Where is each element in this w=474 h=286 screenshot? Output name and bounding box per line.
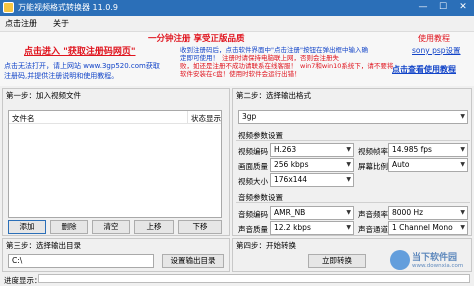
audio-quality-select[interactable]: 12.2 kbps ▼ xyxy=(270,221,354,235)
promo-headline: 一分钟注册 享受正版品质 xyxy=(148,34,245,44)
output-directory-input[interactable]: C:\ xyxy=(8,254,154,268)
column-status[interactable]: 状态显示 xyxy=(191,113,221,124)
start-convert-button[interactable]: 立即转换 xyxy=(308,254,366,268)
video-quality-value: 256 kbps xyxy=(274,160,309,169)
audio-quality-label: 声音质量 xyxy=(238,225,268,234)
menu-item-about[interactable]: 关于 xyxy=(53,18,69,29)
channel-label: 声音通道 xyxy=(358,225,388,234)
add-button[interactable]: 添加 xyxy=(8,220,46,234)
video-size-value: 176x144 xyxy=(274,175,308,184)
watermark-circle-icon xyxy=(390,250,410,270)
channel-select[interactable]: 1 Channel Mono ▼ xyxy=(388,221,468,235)
output-format-select[interactable]: 3gp ▼ xyxy=(238,110,468,124)
progress-bar xyxy=(38,274,470,283)
step3-title: 第三步：选择输出目录 xyxy=(6,241,81,250)
video-codec-value: H.263 xyxy=(274,145,297,154)
chevron-down-icon: ▼ xyxy=(346,209,351,216)
video-quality-label: 画面质量 xyxy=(238,162,268,171)
promo-warning-3: win7和win10系统下，请不要将 xyxy=(300,62,394,70)
chevron-down-icon: ▼ xyxy=(346,224,351,231)
chevron-down-icon: ▼ xyxy=(460,224,465,231)
set-output-directory-button[interactable]: 设置输出目录 xyxy=(162,254,224,268)
column-filename[interactable]: 文件名 xyxy=(12,113,35,124)
audio-codec-label: 音频编码 xyxy=(238,210,268,219)
file-list-header: 文件名 状态显示 xyxy=(9,111,221,124)
sony-psp-settings-link[interactable]: sony psp设置 xyxy=(412,45,461,56)
window-title: 万能视频格式转换器 11.0.9 xyxy=(18,3,118,12)
move-down-button[interactable]: 下移 xyxy=(178,220,222,234)
step2-title: 第二步：选择输出格式 xyxy=(236,91,311,100)
video-quality-select[interactable]: 256 kbps ▼ xyxy=(270,158,354,172)
view-tutorial-link[interactable]: 点击查看使用教程 xyxy=(392,64,456,75)
video-fps-value: 14.985 fps xyxy=(392,145,432,154)
chevron-down-icon: ▼ xyxy=(346,161,351,168)
aspect-ratio-select[interactable]: Auto ▼ xyxy=(388,158,468,172)
video-codec-label: 视频编码 xyxy=(238,147,268,156)
output-format-value: 3gp xyxy=(242,112,257,121)
channel-value: 1 Channel Mono xyxy=(392,223,453,232)
promo-website-line: 点击无法打开，请上网站 www.3gp520.com获取 xyxy=(4,62,160,70)
title-bar: 万能视频格式转换器 11.0.9 — ☐ ✕ xyxy=(0,0,474,16)
chevron-down-icon: ▼ xyxy=(460,209,465,216)
watermark-url: www.downxia.com xyxy=(412,263,464,269)
close-button[interactable]: ✕ xyxy=(454,1,472,14)
delete-button[interactable]: 删除 xyxy=(50,220,88,234)
app-icon xyxy=(3,2,14,13)
video-size-select[interactable]: 176x144 ▼ xyxy=(270,173,354,187)
video-fps-label: 视频帧率 xyxy=(358,147,388,156)
sample-rate-label: 声音频率 xyxy=(358,210,388,219)
register-webpage-link[interactable]: 点击进入 "获取注册码网页" xyxy=(24,44,136,57)
video-settings-divider xyxy=(236,140,470,141)
progress-label: 进度显示： xyxy=(4,276,42,285)
watermark-text: 当下软件园 xyxy=(412,253,458,263)
column-divider xyxy=(187,111,188,123)
clear-button[interactable]: 清空 xyxy=(92,220,130,234)
video-codec-select[interactable]: H.263 ▼ xyxy=(270,143,354,157)
chevron-down-icon: ▼ xyxy=(460,161,465,168)
chevron-down-icon: ▼ xyxy=(346,176,351,183)
step1-title: 第一步：加入视频文件 xyxy=(6,91,81,100)
menu-item-register[interactable]: 点击注册 xyxy=(5,18,37,29)
audio-settings-divider xyxy=(236,202,470,203)
menu-bar: 点击注册 关于 xyxy=(0,16,474,32)
aspect-ratio-value: Auto xyxy=(392,160,410,169)
aspect-ratio-label: 屏幕比例 xyxy=(358,162,388,171)
chevron-down-icon: ▼ xyxy=(346,146,351,153)
move-up-button[interactable]: 上移 xyxy=(134,220,174,234)
sample-rate-value: 8000 Hz xyxy=(392,208,424,217)
tutorial-label: 使用教程 xyxy=(418,34,450,43)
file-list[interactable]: 文件名 状态显示 xyxy=(8,110,222,218)
maximize-button[interactable]: ☐ xyxy=(434,1,452,14)
chevron-down-icon: ▼ xyxy=(460,113,465,120)
chevron-down-icon: ▼ xyxy=(460,146,465,153)
step4-title: 第四步：开始转换 xyxy=(236,241,296,250)
video-fps-select[interactable]: 14.985 fps ▼ xyxy=(388,143,468,157)
audio-codec-value: AMR_NB xyxy=(274,208,306,217)
audio-quality-value: 12.2 kbps xyxy=(274,223,311,232)
minimize-button[interactable]: — xyxy=(414,1,432,14)
promo-website-line-2: 注册码,并提供注册说明和使用教程。 xyxy=(4,72,119,80)
sample-rate-select[interactable]: 8000 Hz ▼ xyxy=(388,206,468,220)
audio-codec-select[interactable]: AMR_NB ▼ xyxy=(270,206,354,220)
video-size-label: 视频大小 xyxy=(238,177,268,186)
promo-warning-4: 软件安装在c盘！使用时软件会运行出错！ xyxy=(180,70,301,78)
